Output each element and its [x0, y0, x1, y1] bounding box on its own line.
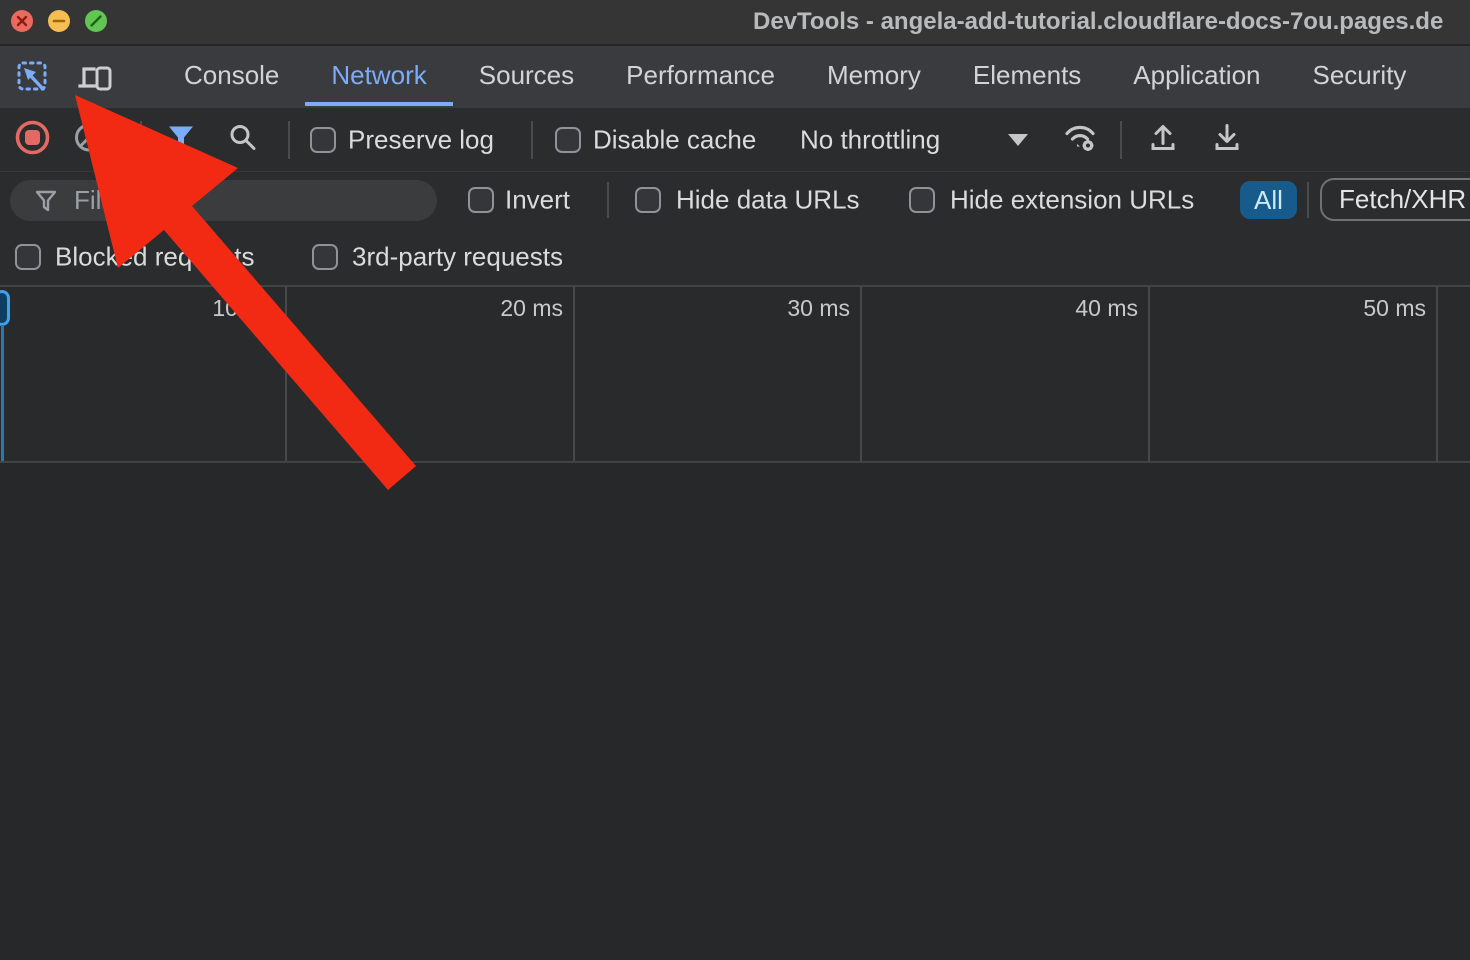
timeline-tick: 10 ms	[0, 287, 287, 461]
disable-cache-checkbox[interactable]	[555, 127, 581, 153]
third-party-requests-label[interactable]: 3rd-party requests	[352, 241, 563, 272]
tab-console[interactable]: Console	[158, 46, 305, 106]
toggle-device-toolbar-button[interactable]	[76, 58, 114, 96]
disable-cache-label[interactable]: Disable cache	[593, 124, 756, 155]
hide-extension-urls-checkbox[interactable]	[909, 187, 935, 213]
timeline-tick: 20 ms	[287, 287, 575, 461]
network-toolbar: Preserve log Disable cache No throttling	[0, 108, 1470, 172]
third-party-requests-checkbox[interactable]	[312, 244, 338, 270]
throttling-select[interactable]: No throttling	[800, 124, 940, 155]
minimize-window-button[interactable]	[48, 10, 70, 32]
tab-application[interactable]: Application	[1107, 46, 1286, 106]
timeline-selection-line	[1, 325, 4, 461]
filter-funnel-icon	[166, 123, 196, 151]
hide-data-urls-label[interactable]: Hide data URLs	[676, 185, 860, 216]
inspect-cursor-icon	[15, 59, 51, 95]
close-window-button[interactable]	[11, 10, 33, 32]
toolbar-separator	[288, 121, 290, 159]
blocked-requests-checkbox[interactable]	[15, 244, 41, 270]
preserve-log-checkbox[interactable]	[310, 127, 336, 153]
chevron-down-icon[interactable]	[1008, 134, 1028, 146]
filter-row-separator	[1307, 182, 1309, 218]
preserve-log-label[interactable]: Preserve log	[348, 124, 494, 155]
hide-data-urls-checkbox[interactable]	[635, 187, 661, 213]
close-icon	[11, 10, 33, 32]
record-icon	[14, 119, 51, 156]
toolbar-separator	[1120, 121, 1122, 159]
toolbar-separator	[531, 121, 533, 159]
window-title: DevTools - angela-add-tutorial.cloudflar…	[753, 0, 1443, 44]
filter-toggle-button[interactable]	[166, 123, 196, 156]
tab-memory[interactable]: Memory	[801, 46, 947, 106]
toolbar-separator	[140, 121, 142, 159]
clear-network-log-button[interactable]	[73, 121, 105, 158]
devtools-window: DevTools - angela-add-tutorial.cloudflar…	[0, 0, 1470, 960]
timeline-spacer	[1438, 287, 1470, 461]
tab-elements[interactable]: Elements	[947, 46, 1107, 106]
minimize-icon	[48, 10, 70, 32]
search-button[interactable]	[228, 122, 258, 157]
titlebar: DevTools - angela-add-tutorial.cloudflar…	[0, 0, 1470, 46]
panel-tabs: Console Network Sources Performance Memo…	[158, 46, 1432, 106]
timeline-selection-handle[interactable]	[0, 290, 10, 326]
filter-row-separator	[607, 182, 609, 218]
tab-security[interactable]: Security	[1287, 46, 1433, 106]
blocked-requests-label[interactable]: Blocked requests	[55, 241, 254, 272]
record-network-log-button[interactable]	[14, 119, 51, 161]
network-overview-timeline[interactable]: 10 ms 20 ms 30 ms 40 ms 50 ms	[0, 285, 1470, 463]
export-har-button[interactable]	[1211, 121, 1243, 158]
timeline-tick: 50 ms	[1150, 287, 1438, 461]
filter-funnel-outline-icon	[34, 189, 58, 213]
timeline-tick: 30 ms	[575, 287, 862, 461]
request-type-chip-all[interactable]: All	[1240, 181, 1297, 219]
import-har-button[interactable]	[1147, 121, 1179, 158]
inspect-element-button[interactable]	[14, 58, 52, 96]
request-type-chip-fetch-xhr[interactable]: Fetch/XHR	[1320, 178, 1470, 221]
device-toolbar-icon	[76, 59, 114, 95]
devtools-tabbar: Console Network Sources Performance Memo…	[0, 46, 1470, 110]
network-filter-row: Invert Hide data URLs Hide extension URL…	[0, 172, 1470, 228]
invert-checkbox[interactable]	[468, 187, 494, 213]
invert-label[interactable]: Invert	[505, 185, 570, 216]
clear-icon	[73, 121, 105, 153]
tab-network[interactable]: Network	[305, 46, 452, 106]
network-conditions-button[interactable]	[1063, 121, 1101, 158]
filter-input[interactable]	[72, 184, 396, 217]
timeline-tick: 40 ms	[862, 287, 1150, 461]
hide-extension-urls-label[interactable]: Hide extension URLs	[950, 185, 1194, 216]
tab-sources[interactable]: Sources	[453, 46, 600, 106]
download-icon	[1211, 121, 1243, 153]
filter-input-pill[interactable]	[10, 180, 437, 221]
requests-panel-empty: Recordi Perform a request	[0, 463, 1470, 960]
zoom-icon	[85, 10, 107, 32]
more-filters-row: Blocked requests 3rd-party requests	[0, 228, 1470, 285]
zoom-window-button[interactable]	[85, 10, 107, 32]
wifi-gear-icon	[1063, 121, 1101, 153]
upload-icon	[1147, 121, 1179, 153]
tab-performance[interactable]: Performance	[600, 46, 801, 106]
search-icon	[228, 122, 258, 152]
